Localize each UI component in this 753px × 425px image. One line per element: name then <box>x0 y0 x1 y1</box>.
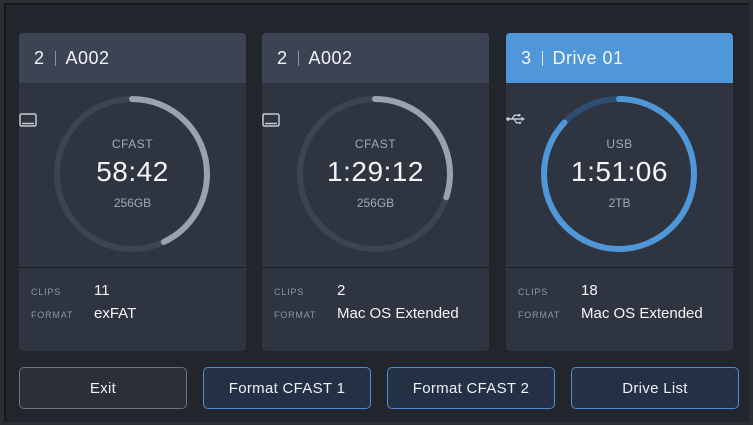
clips-label: CLIPS <box>518 287 549 297</box>
card-header: 2 A002 <box>19 33 246 83</box>
exit-button[interactable]: Exit <box>19 367 187 409</box>
dial-info: CFAST 1:29:12 256GB <box>262 113 489 210</box>
capacity-label: 256GB <box>356 196 395 210</box>
format-value: exFAT <box>94 305 137 322</box>
card-meta: CLIPS 11 FORMAT exFAT <box>19 268 246 328</box>
media-card-1[interactable]: 2 A002 CFAST 58:42 256GB CLIPS 11 FORMAT… <box>19 33 246 351</box>
remaining-time: 1:51:06 <box>571 156 668 187</box>
media-type-label: CFAST <box>111 137 154 151</box>
drive-list-button[interactable]: Drive List <box>571 367 739 409</box>
format-label: FORMAT <box>31 310 74 320</box>
dial-info: CFAST 58:42 256GB <box>19 113 246 210</box>
clips-value: 18 <box>581 282 598 299</box>
capacity-label: 256GB <box>113 196 152 210</box>
remaining-dial: CFAST 58:42 256GB <box>19 83 246 267</box>
clip-name: A002 <box>308 47 353 68</box>
clips-label: CLIPS <box>274 287 305 297</box>
remaining-time: 58:42 <box>96 156 169 187</box>
remaining-dial: CFAST 1:29:12 256GB <box>262 83 489 267</box>
slot-number: 2 <box>34 47 45 68</box>
slot-number: 3 <box>521 47 532 68</box>
media-card-2[interactable]: 2 A002 CFAST 1:29:12 256GB CLIPS 2 FORMA… <box>262 33 489 351</box>
remaining-time: 1:29:12 <box>327 156 424 187</box>
format-row: FORMAT exFAT <box>31 305 246 328</box>
card-header: 2 A002 <box>262 33 489 83</box>
clips-row: CLIPS 18 <box>518 282 733 305</box>
clips-label: CLIPS <box>31 287 62 297</box>
slot-number: 2 <box>277 47 288 68</box>
remaining-dial: USB 1:51:06 2TB <box>506 83 733 267</box>
clips-row: CLIPS 2 <box>274 282 489 305</box>
card-meta: CLIPS 2 FORMAT Mac OS Extended <box>262 268 489 328</box>
format-row: FORMAT Mac OS Extended <box>518 305 733 328</box>
storage-manager-screen: 2 A002 CFAST 58:42 256GB CLIPS 11 FORMAT… <box>4 3 749 422</box>
clips-value: 2 <box>337 282 346 299</box>
clips-row: CLIPS 11 <box>31 282 246 305</box>
format-label: FORMAT <box>518 310 561 320</box>
format-cfast-2-button[interactable]: Format CFAST 2 <box>387 367 555 409</box>
dial-info: USB 1:51:06 2TB <box>506 113 733 210</box>
drive-name: Drive 01 <box>552 47 624 68</box>
format-value: Mac OS Extended <box>581 305 703 322</box>
format-label: FORMAT <box>274 310 317 320</box>
media-type-label: CFAST <box>354 137 397 151</box>
media-type-label: USB <box>606 137 633 151</box>
card-meta: CLIPS 18 FORMAT Mac OS Extended <box>506 268 733 328</box>
format-value: Mac OS Extended <box>337 305 459 322</box>
clip-name: A002 <box>65 47 110 68</box>
format-row: FORMAT Mac OS Extended <box>274 305 489 328</box>
header-separator <box>541 50 543 66</box>
format-cfast-1-button[interactable]: Format CFAST 1 <box>203 367 371 409</box>
header-separator <box>54 50 56 66</box>
header-separator <box>297 50 299 66</box>
capacity-label: 2TB <box>608 196 631 210</box>
card-header: 3 Drive 01 <box>506 33 733 83</box>
media-card-3[interactable]: 3 Drive 01 USB 1:51:06 2TB CLIPS 18 FORM… <box>506 33 733 351</box>
clips-value: 11 <box>94 282 110 299</box>
